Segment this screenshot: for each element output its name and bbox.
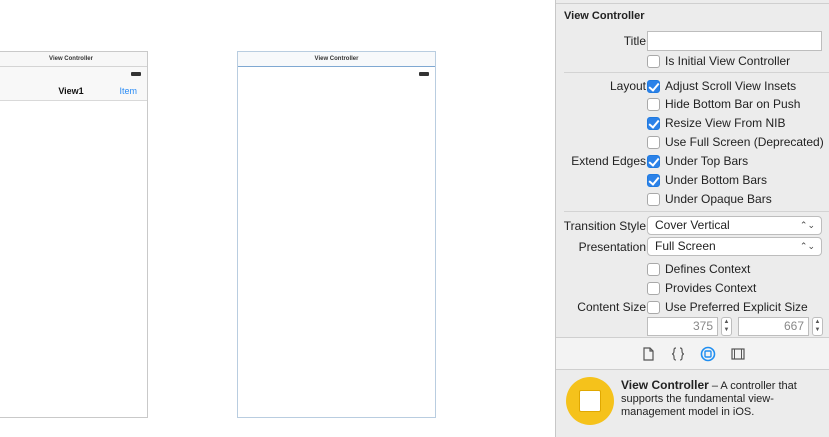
library-item-description: View Controller – A controller that supp… xyxy=(621,379,821,419)
defines-context-checkbox[interactable]: Defines Context xyxy=(647,262,750,276)
storyboard-canvas[interactable]: View Controller View1 Item View Controll… xyxy=(0,0,555,437)
width-stepper[interactable]: ▲ ▼ xyxy=(721,317,732,336)
object-library-item[interactable]: View Controller – A controller that supp… xyxy=(556,371,829,437)
layout-label: Layout xyxy=(609,79,646,93)
adjust-scroll-insets-checkbox[interactable]: Adjust Scroll View Insets xyxy=(647,79,796,93)
title-field[interactable] xyxy=(647,31,822,51)
checkbox-label: Use Full Screen (Deprecated) xyxy=(665,135,824,149)
stepper-up-icon[interactable]: ▲ xyxy=(722,318,731,326)
popup-arrows-icon: ⌃⌄ xyxy=(799,220,815,230)
library-item-name: View Controller xyxy=(621,378,709,392)
divider xyxy=(564,72,829,73)
checkbox-label: Use Preferred Explicit Size xyxy=(665,300,808,314)
checkbox-label: Hide Bottom Bar on Push xyxy=(665,97,801,111)
checkbox-label: Under Top Bars xyxy=(665,154,749,168)
presentation-popup[interactable]: Full Screen ⌃⌄ xyxy=(647,237,822,256)
attributes-inspector: View Controller Title Is Initial View Co… xyxy=(555,0,829,437)
popup-value: Full Screen xyxy=(655,239,716,253)
hide-bottom-bar-checkbox[interactable]: Hide Bottom Bar on Push xyxy=(647,97,800,111)
under-top-bars-checkbox[interactable]: Under Top Bars xyxy=(647,154,748,168)
checkbox-label: Is Initial View Controller xyxy=(665,54,791,68)
checkbox-label: Defines Context xyxy=(665,262,751,276)
popup-value: Cover Vertical xyxy=(655,218,730,232)
checkbox-box[interactable] xyxy=(647,54,660,68)
transition-style-popup[interactable]: Cover Vertical ⌃⌄ xyxy=(647,216,822,235)
scene-view1[interactable]: View Controller View1 Item xyxy=(0,51,148,418)
provides-context-checkbox[interactable]: Provides Context xyxy=(647,281,756,295)
use-full-screen-checkbox[interactable]: Use Full Screen (Deprecated) xyxy=(647,135,824,149)
checkbox-box[interactable] xyxy=(647,154,660,168)
under-bottom-bars-checkbox[interactable]: Under Bottom Bars xyxy=(647,173,767,187)
stepper-up-icon[interactable]: ▲ xyxy=(813,318,822,326)
battery-icon xyxy=(419,72,429,76)
checkbox-label: Resize View From NIB xyxy=(665,116,786,130)
checkbox-label: Under Opaque Bars xyxy=(665,192,772,206)
popup-arrows-icon: ⌃⌄ xyxy=(799,241,815,251)
checkbox-box[interactable] xyxy=(647,192,660,206)
presentation-label: Presentation xyxy=(578,240,646,254)
stepper-down-icon[interactable]: ▼ xyxy=(722,326,731,334)
scene-view-controller[interactable]: View Controller xyxy=(237,51,436,418)
checkbox-box[interactable] xyxy=(647,262,660,276)
checkbox-box[interactable] xyxy=(647,173,660,187)
preferred-size-checkbox[interactable]: Use Preferred Explicit Size xyxy=(647,300,808,314)
view-controller-icon xyxy=(566,377,614,425)
height-stepper[interactable]: ▲ ▼ xyxy=(812,317,823,336)
object-library-icon[interactable] xyxy=(700,346,716,362)
under-opaque-bars-checkbox[interactable]: Under Opaque Bars xyxy=(647,192,772,206)
checkbox-box[interactable] xyxy=(647,281,660,295)
file-icon[interactable] xyxy=(640,346,656,362)
navigation-bar[interactable]: View1 Item xyxy=(0,67,147,101)
divider xyxy=(564,211,829,212)
extend-edges-label: Extend Edges xyxy=(571,154,646,168)
library-tab-bar xyxy=(556,337,829,370)
checkbox-label: Adjust Scroll View Insets xyxy=(665,79,797,93)
checkbox-box[interactable] xyxy=(647,79,660,93)
title-label: Title xyxy=(623,34,646,48)
bar-button-item[interactable]: Item xyxy=(119,86,137,96)
initial-vc-checkbox[interactable]: Is Initial View Controller xyxy=(647,54,790,68)
checkbox-label: Provides Context xyxy=(665,281,757,295)
scene-dock-title[interactable]: View Controller xyxy=(238,52,435,67)
battery-icon xyxy=(131,72,141,76)
braces-icon[interactable] xyxy=(670,346,686,362)
checkbox-box[interactable] xyxy=(647,300,660,314)
transition-style-label: Transition Style xyxy=(563,219,646,233)
checkbox-box[interactable] xyxy=(647,97,660,111)
content-size-label: Content Size xyxy=(577,300,646,314)
section-header: View Controller xyxy=(564,10,645,22)
width-field[interactable]: 375 xyxy=(647,317,718,336)
view-controller-icon-frame xyxy=(579,390,601,412)
checkbox-label: Under Bottom Bars xyxy=(665,173,768,187)
stepper-down-icon[interactable]: ▼ xyxy=(813,326,822,334)
height-field[interactable]: 667 xyxy=(738,317,809,336)
media-library-icon[interactable] xyxy=(730,346,746,362)
scene-dock-title[interactable]: View Controller xyxy=(0,52,147,67)
resize-from-nib-checkbox[interactable]: Resize View From NIB xyxy=(647,116,785,130)
top-divider xyxy=(556,0,829,4)
checkbox-box[interactable] xyxy=(647,116,660,130)
checkbox-box[interactable] xyxy=(647,135,660,149)
